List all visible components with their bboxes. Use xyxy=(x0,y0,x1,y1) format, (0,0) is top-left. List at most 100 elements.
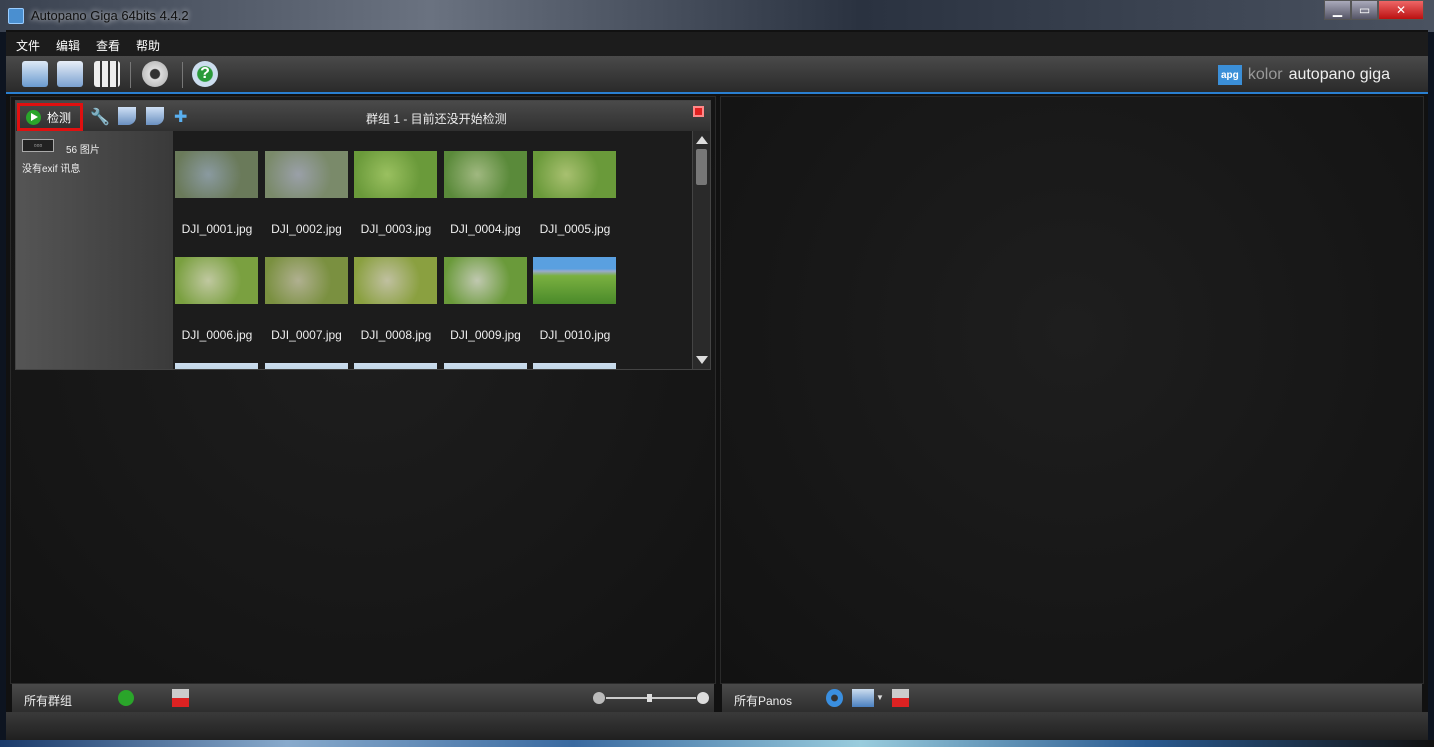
thumbnail-filename: DJI_0002.jpg xyxy=(271,222,342,236)
thumbnail-item[interactable]: DJI_0010.jpg xyxy=(533,257,616,342)
detect-all-icon[interactable] xyxy=(118,690,134,706)
image-group-card: 检测 🔧 ✚ 群组 1 - 目前还没开始检测 ▫▫▫ 56 图片 没有exif … xyxy=(15,100,711,370)
panos-panel xyxy=(720,96,1424,684)
thumbnail-image xyxy=(264,363,348,369)
thumbnail-item[interactable]: DJI_0006.jpg xyxy=(175,257,258,342)
grid-view-icon[interactable]: ▫▫▫ xyxy=(22,139,54,152)
menu-bar: 文件 编辑 查看 帮助 xyxy=(6,32,1428,56)
help-icon[interactable]: ? xyxy=(192,61,218,87)
zoom-out-icon[interactable] xyxy=(593,692,605,704)
thumbnail-item[interactable]: DJI_0007.jpg xyxy=(264,257,348,342)
thumbnail-image xyxy=(443,363,527,369)
toolbar: ? apg kolor autopano giga xyxy=(6,56,1428,94)
thumbnail-item[interactable]: DJI_0002.jpg xyxy=(264,151,348,236)
toolbar-separator xyxy=(182,62,183,88)
apg-logo-icon: apg xyxy=(1217,65,1242,85)
thumbnail-item-partial[interactable] xyxy=(443,363,527,369)
brand-name: autopano giga xyxy=(1288,66,1390,83)
image-count: 56 图片 xyxy=(66,145,100,156)
taskbar-edge xyxy=(0,740,1434,747)
thumbnail-grid: DJI_0001.jpg DJI_0002.jpg DJI_0003.jpg DJI_… xyxy=(173,131,693,369)
group-header: 检测 🔧 ✚ 群组 1 - 目前还没开始检测 xyxy=(16,101,710,131)
add-group-icon[interactable] xyxy=(146,107,164,125)
delete-pano-icon[interactable] xyxy=(892,689,909,707)
group-title: 群组 1 - 目前还没开始检测 xyxy=(366,112,507,126)
thumbnail-item[interactable]: DJI_0001.jpg xyxy=(175,151,258,236)
scroll-up-icon[interactable] xyxy=(696,136,708,144)
menu-file[interactable]: 文件 xyxy=(16,32,48,56)
thumbnail-filename: DJI_0007.jpg xyxy=(271,328,342,342)
groups-bottom-bar: 所有群组 xyxy=(12,684,714,712)
menu-edit[interactable]: 编辑 xyxy=(56,32,88,56)
thumbnail-image xyxy=(533,151,616,198)
thumbnail-filename: DJI_0006.jpg xyxy=(181,328,253,342)
thumbnail-image xyxy=(264,257,348,304)
thumbnail-filename: DJI_0005.jpg xyxy=(539,222,611,236)
pano-settings-gear-icon[interactable] xyxy=(826,689,843,707)
thumbnail-image xyxy=(354,363,437,369)
menu-view[interactable]: 查看 xyxy=(96,32,128,56)
thumbnail-filename: DJI_0008.jpg xyxy=(360,328,432,342)
thumbnail-image xyxy=(443,151,527,198)
thumbnail-filename: DJI_0010.jpg xyxy=(539,328,611,342)
status-bar xyxy=(6,712,1428,740)
close-group-icon[interactable] xyxy=(693,106,704,117)
scroll-down-icon[interactable] xyxy=(696,356,708,364)
toolbar-separator xyxy=(130,62,131,88)
thumbnail-item[interactable]: DJI_0003.jpg xyxy=(354,151,437,236)
settings-gear-icon[interactable] xyxy=(142,61,168,87)
scroll-thumb[interactable] xyxy=(696,149,707,185)
zoom-slider-thumb[interactable] xyxy=(647,694,652,702)
thumbnail-filename: DJI_0001.jpg xyxy=(181,222,253,236)
title-bar: Autopano Giga 64bits 4.4.2 ▁ ▭ ✕ xyxy=(0,0,1434,32)
group-info: ▫▫▫ 56 图片 没有exif 讯息 xyxy=(16,131,173,369)
menu-help[interactable]: 帮助 xyxy=(136,32,168,56)
thumbnail-image xyxy=(175,363,258,369)
thumbnail-item[interactable]: DJI_0008.jpg xyxy=(354,257,437,342)
thumbnail-image xyxy=(175,151,258,198)
open-folder-icon[interactable] xyxy=(22,61,48,87)
close-button[interactable]: ✕ xyxy=(1378,0,1424,20)
thumbnail-item-partial[interactable] xyxy=(175,363,258,369)
minimize-button[interactable]: ▁ xyxy=(1324,0,1351,20)
batch-icon[interactable] xyxy=(94,61,120,87)
app-icon xyxy=(8,8,24,24)
window-title: Autopano Giga 64bits 4.4.2 xyxy=(31,8,189,23)
zoom-in-icon[interactable] xyxy=(697,692,709,704)
all-groups-label: 所有群组 xyxy=(24,694,73,708)
detect-label: 检测 xyxy=(47,110,72,125)
delete-group-icon[interactable] xyxy=(172,689,189,707)
render-icon[interactable] xyxy=(852,689,874,707)
exif-info: 没有exif 讯息 xyxy=(22,164,81,175)
thumbnail-item-partial[interactable] xyxy=(533,363,616,369)
brand-logo: apg kolor autopano giga xyxy=(1217,65,1390,85)
puzzle-icon[interactable]: ✚ xyxy=(174,107,192,126)
maximize-button[interactable]: ▭ xyxy=(1351,0,1378,20)
thumbnail-item[interactable]: DJI_0009.jpg xyxy=(443,257,527,342)
thumbnail-item[interactable]: DJI_0004.jpg xyxy=(443,151,527,236)
import-images-icon[interactable] xyxy=(57,61,83,87)
thumbnail-image xyxy=(443,257,527,304)
thumbnail-image xyxy=(533,363,616,369)
panos-bottom-bar: 所有Panos ▼ xyxy=(722,684,1422,712)
play-icon xyxy=(26,109,41,125)
thumbnail-item-partial[interactable] xyxy=(354,363,437,369)
vertical-scrollbar[interactable] xyxy=(692,131,710,369)
thumbnail-filename: DJI_0009.jpg xyxy=(450,328,521,342)
thumbnail-filename: DJI_0004.jpg xyxy=(450,222,521,236)
detect-button[interactable]: 检测 xyxy=(17,103,83,131)
thumbnail-image xyxy=(264,151,348,198)
brand-kolor: kolor xyxy=(1247,66,1283,83)
thumbnail-image xyxy=(354,257,437,304)
new-group-icon[interactable] xyxy=(144,689,161,707)
thumbnail-filename: DJI_0003.jpg xyxy=(360,222,432,236)
add-images-icon[interactable] xyxy=(118,107,136,125)
thumbnail-item-partial[interactable] xyxy=(264,363,348,369)
thumbnail-image xyxy=(354,151,437,198)
zoom-slider[interactable] xyxy=(592,691,710,705)
thumbnail-image xyxy=(533,257,616,304)
thumbnail-item[interactable]: DJI_0005.jpg xyxy=(533,151,616,236)
chevron-down-icon[interactable]: ▼ xyxy=(876,693,884,711)
all-panos-label: 所有Panos xyxy=(734,694,793,708)
wrench-icon[interactable]: 🔧 xyxy=(90,107,110,126)
